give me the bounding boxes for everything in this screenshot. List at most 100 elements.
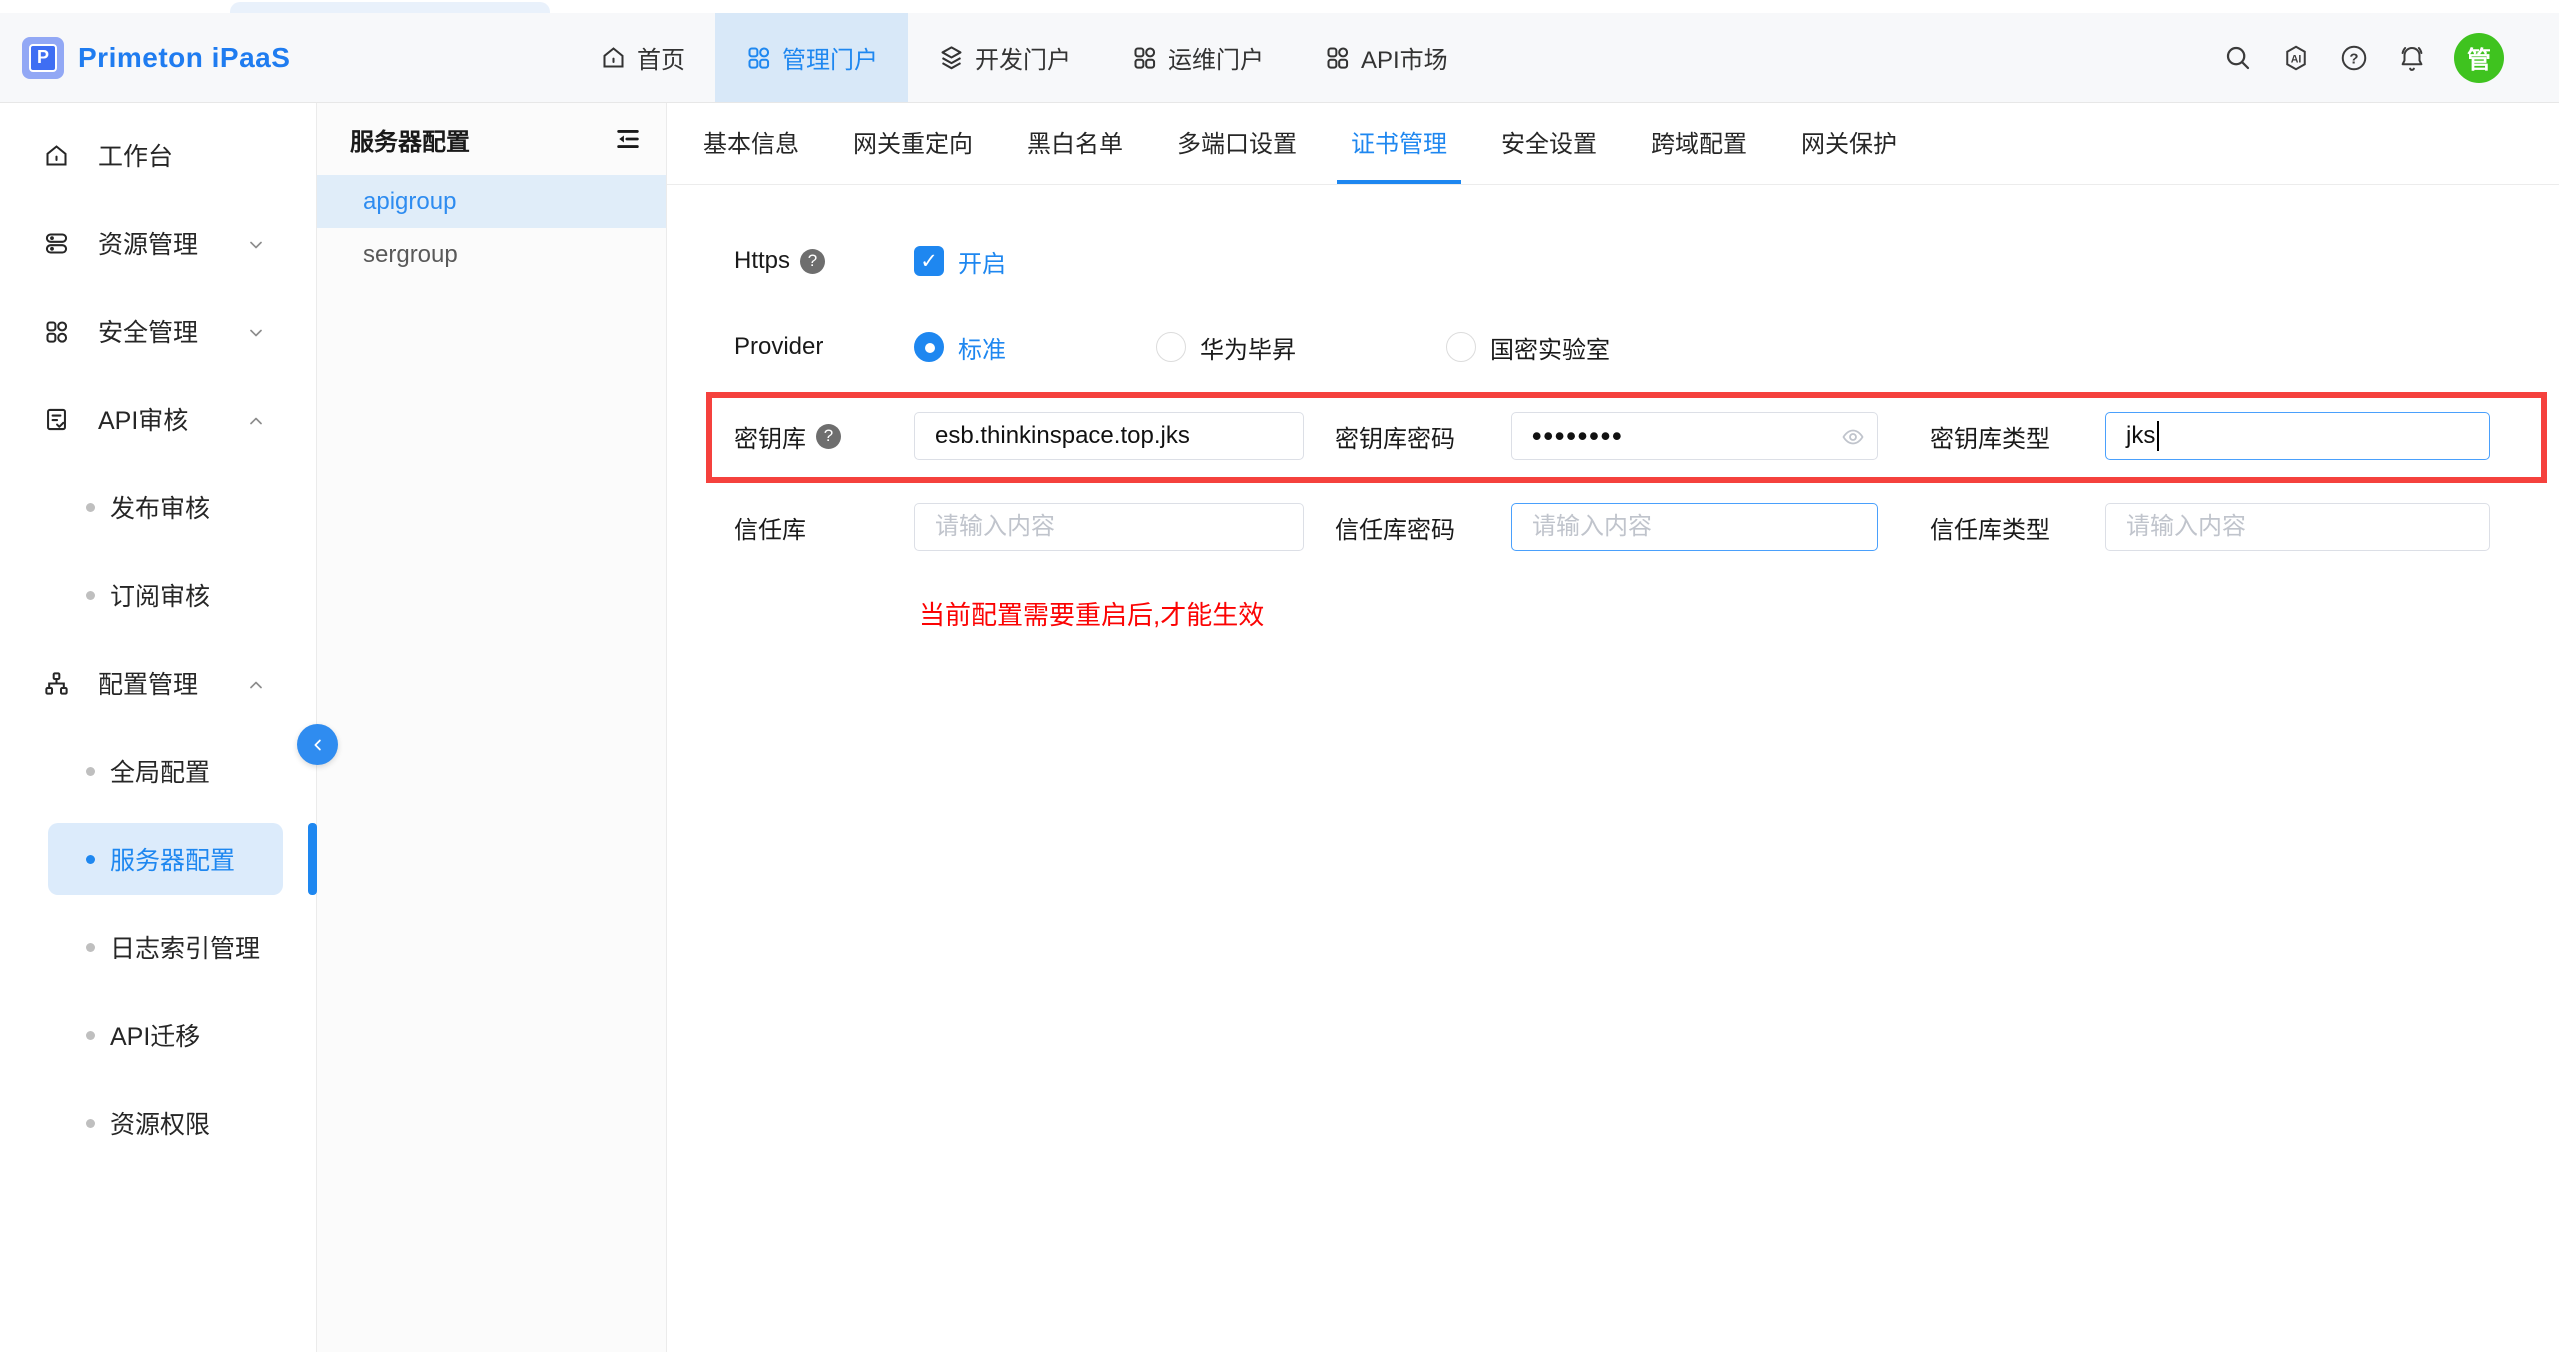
- bullet-icon: [86, 855, 95, 864]
- tab-certificate-mgmt[interactable]: 证书管理: [1337, 103, 1461, 184]
- header-actions: AI ? 管: [2222, 13, 2559, 102]
- sidebar-subitem-log-index-mgmt[interactable]: 日志索引管理: [0, 903, 316, 991]
- provider-option-guomi-lab[interactable]: 国密实验室: [1446, 330, 1610, 365]
- ai-assistant-icon[interactable]: AI: [2280, 42, 2312, 74]
- nav-admin-portal[interactable]: 管理门户: [715, 13, 908, 102]
- tab-gateway-redirect[interactable]: 网关重定向: [839, 103, 987, 184]
- grid-icon: [1324, 44, 1351, 71]
- chevron-up-icon: [246, 409, 266, 429]
- sidebar-collapse-button[interactable]: [297, 724, 338, 765]
- doc-check-icon: [43, 406, 70, 433]
- truststore-password-label: 信任库密码: [1335, 510, 1511, 545]
- sidebar-subitem-publish-review[interactable]: 发布审核: [0, 463, 316, 551]
- radio-label: 国密实验室: [1490, 330, 1610, 365]
- sidebar-subitem-label: 发布审核: [110, 489, 210, 525]
- sidebar-subitem-global-config[interactable]: 全局配置: [0, 727, 316, 815]
- truststore-password-input[interactable]: [1511, 503, 1878, 551]
- help-icon[interactable]: ?: [2338, 42, 2370, 74]
- tab-blacklist-whitelist[interactable]: 黑白名单: [1013, 103, 1137, 184]
- bullet-icon: [86, 943, 95, 952]
- truststore-type-input[interactable]: [2105, 503, 2490, 551]
- stack-icon: [43, 230, 70, 257]
- sidebar: 工作台 资源管理 安全管理 API审核 发布审核 订阅审核 配置管理: [0, 103, 317, 1352]
- sidebar-subitem-label: 订阅审核: [110, 577, 210, 613]
- https-checkbox[interactable]: ✓: [914, 246, 944, 276]
- nav-dev-portal[interactable]: 开发门户: [908, 13, 1101, 102]
- nav-home[interactable]: 首页: [570, 13, 715, 102]
- sidebar-subitem-resource-permission[interactable]: 资源权限: [0, 1079, 316, 1167]
- sidebar-subitem-label: 日志索引管理: [110, 929, 260, 965]
- restart-warning-text: 当前配置需要重启后,才能生效: [919, 595, 2559, 632]
- truststore-row: 信任库 信任库密码 信任库类型: [734, 503, 2559, 551]
- sidebar-item-label: 配置管理: [98, 665, 198, 701]
- panel-title: 服务器配置: [350, 122, 470, 157]
- layers-icon: [938, 44, 965, 71]
- sidebar-item-resource-mgmt[interactable]: 资源管理: [0, 199, 316, 287]
- search-icon[interactable]: [2222, 42, 2254, 74]
- sidebar-item-config-mgmt[interactable]: 配置管理: [0, 639, 316, 727]
- nav-ops-portal[interactable]: 运维门户: [1101, 13, 1294, 102]
- portal-nav: 首页 管理门户 开发门户 运维门户 API市场: [570, 13, 1478, 102]
- provider-row: Provider 标准 华为毕昇 国密实验室: [734, 323, 2559, 371]
- keystore-input[interactable]: [914, 412, 1304, 460]
- https-help-icon[interactable]: ?: [800, 249, 825, 274]
- sidebar-subitem-api-migration[interactable]: API迁移: [0, 991, 316, 1079]
- brand-name: Primeton iPaaS: [78, 42, 290, 74]
- password-dots: ••••••••: [1532, 423, 1624, 450]
- nav-api-market[interactable]: API市场: [1294, 13, 1478, 102]
- home-icon: [600, 44, 627, 71]
- sidebar-item-label: 资源管理: [98, 225, 198, 261]
- server-group-item-sergroup[interactable]: sergroup: [317, 228, 666, 281]
- tab-gateway-protection[interactable]: 网关保护: [1787, 103, 1911, 184]
- tab-multiport-settings[interactable]: 多端口设置: [1163, 103, 1311, 184]
- svg-text:?: ?: [2349, 50, 2358, 67]
- truststore-input[interactable]: [914, 503, 1304, 551]
- sidebar-item-security-mgmt[interactable]: 安全管理: [0, 287, 316, 375]
- sidebar-item-workbench[interactable]: 工作台: [0, 111, 316, 199]
- provider-label: Provider: [734, 333, 823, 361]
- eye-icon[interactable]: [1841, 425, 1865, 449]
- sidebar-subitem-label: 全局配置: [110, 753, 210, 789]
- provider-radio-group: 标准 华为毕昇 国密实验室: [914, 330, 1610, 365]
- browser-tab-artifact: [230, 2, 550, 13]
- grid-icon: [745, 44, 772, 71]
- logo-letter: P: [29, 44, 57, 72]
- bullet-icon: [86, 1119, 95, 1128]
- server-group-item-apigroup[interactable]: apigroup: [317, 175, 666, 228]
- certificate-form: Https ? ✓ 开启 Provider 标准 华为毕昇: [667, 185, 2559, 632]
- chevron-down-icon: [246, 321, 266, 341]
- keystore-type-input[interactable]: jks: [2105, 412, 2490, 460]
- page-body: 工作台 资源管理 安全管理 API审核 发布审核 订阅审核 配置管理: [0, 103, 2559, 1352]
- top-strip: [0, 0, 2559, 13]
- tab-security-settings[interactable]: 安全设置: [1487, 103, 1611, 184]
- sidebar-subitem-server-config[interactable]: 服务器配置: [0, 815, 316, 903]
- provider-option-standard[interactable]: 标准: [914, 330, 1006, 365]
- bell-icon[interactable]: [2396, 42, 2428, 74]
- text-cursor: [2157, 421, 2159, 451]
- nav-label: 运维门户: [1168, 40, 1264, 75]
- grid-icon: [1131, 44, 1158, 71]
- user-avatar[interactable]: 管: [2454, 33, 2504, 83]
- sidebar-item-api-review[interactable]: API审核: [0, 375, 316, 463]
- tab-cors-config[interactable]: 跨域配置: [1637, 103, 1761, 184]
- chevron-down-icon: [246, 233, 266, 253]
- nav-label: 管理门户: [782, 40, 878, 75]
- provider-option-huawei-bisheng[interactable]: 华为毕昇: [1156, 330, 1296, 365]
- sidebar-subitem-label: 资源权限: [110, 1105, 210, 1141]
- tab-bar: 基本信息 网关重定向 黑白名单 多端口设置 证书管理 安全设置 跨域配置 网关保…: [667, 103, 2559, 185]
- sidebar-subitem-subscribe-review[interactable]: 订阅审核: [0, 551, 316, 639]
- bullet-icon: [86, 591, 95, 600]
- grid-icon: [43, 318, 70, 345]
- menu-fold-icon[interactable]: [614, 125, 642, 153]
- tab-basic-info[interactable]: 基本信息: [689, 103, 813, 184]
- sidebar-item-label: 安全管理: [98, 313, 198, 349]
- https-label: Https: [734, 247, 790, 275]
- brand: P Primeton iPaaS: [0, 13, 420, 102]
- radio-label: 标准: [958, 330, 1006, 365]
- keystore-password-input[interactable]: ••••••••: [1511, 412, 1878, 460]
- brand-logo-icon: P: [22, 37, 64, 79]
- bullet-icon: [86, 1031, 95, 1040]
- radio-icon: [1446, 332, 1476, 362]
- keystore-label: 密钥库: [734, 419, 806, 454]
- keystore-help-icon[interactable]: ?: [816, 424, 841, 449]
